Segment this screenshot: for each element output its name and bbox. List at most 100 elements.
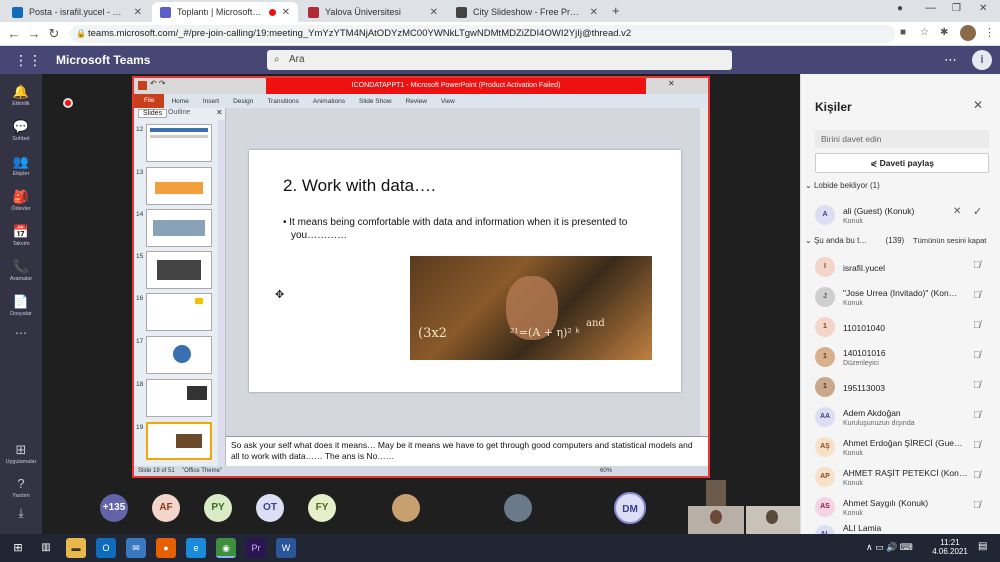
panel-close-icon[interactable]: ✕	[973, 98, 983, 112]
task-view-icon[interactable]: ▥	[36, 538, 56, 558]
mic-muted-icon[interactable]: 🎙̸	[973, 500, 985, 512]
participant-avatar[interactable]: AF	[152, 494, 180, 522]
app-launcher-icon[interactable]: ⋮⋮	[14, 52, 42, 69]
close-icon[interactable]: ✕	[134, 7, 142, 18]
chat-icon: 💬	[12, 119, 30, 134]
notifications-icon[interactable]: ▤	[978, 541, 987, 552]
app-title: Microsoft Teams	[56, 53, 151, 67]
windows-start-icon[interactable]: ⊞	[8, 538, 28, 558]
math-overlay: and	[586, 318, 605, 329]
person-role: Konuk	[843, 300, 863, 307]
invite-placeholder: Birini davet edin	[821, 134, 882, 144]
lobby-person-row[interactable]: A ali (Guest) (Konuk) Konuk ✕ ✓	[801, 200, 1000, 230]
reload-icon[interactable]: ↻	[46, 26, 62, 42]
mic-muted-icon[interactable]: 🎙̸	[973, 440, 985, 452]
mic-muted-icon[interactable]: 🎙̸	[973, 260, 985, 272]
person-row[interactable]: 1 140101016 Düzenleyici 🎙̸	[801, 342, 1000, 372]
more-apps-icon[interactable]: ⋯	[0, 326, 42, 360]
video-tile[interactable]	[688, 506, 744, 534]
mic-muted-icon[interactable]: 🎙̸	[973, 380, 985, 392]
person-row[interactable]: 1 195113003 🎙̸	[801, 372, 1000, 402]
participant-avatar[interactable]: FY	[308, 494, 336, 522]
participant-avatar[interactable]: OT	[256, 494, 284, 522]
person-row[interactable]: J "Jose Urrea (Invitado)" (Kon… Konuk 🎙̸	[801, 282, 1000, 312]
profile-avatar[interactable]	[960, 25, 976, 41]
mic-muted-icon[interactable]: 🎙̸	[973, 410, 985, 422]
mail-icon[interactable]: ✉	[126, 538, 146, 558]
thumb-number: 12	[136, 126, 144, 133]
url-field[interactable]: 🔒 teams.microsoft.com/_#/pre-join-callin…	[70, 25, 895, 43]
forward-icon[interactable]: →	[26, 26, 42, 42]
premiere-icon[interactable]: Pr	[246, 538, 266, 558]
rail-item-calls[interactable]: 📞 Aramalar	[0, 255, 42, 289]
new-tab-icon[interactable]: +	[612, 3, 620, 18]
word-icon[interactable]: W	[276, 538, 296, 558]
mic-muted-icon[interactable]: 🎙̸	[973, 470, 985, 482]
mic-muted-icon[interactable]: 🎙̸	[973, 350, 985, 362]
video-tile[interactable]	[746, 506, 800, 534]
firefox-icon[interactable]: ●	[156, 538, 176, 558]
in-meeting-section-header[interactable]: ⌄ Şu anda bu t… (139) Tümünün sesini kap…	[805, 236, 997, 245]
close-icon[interactable]: ✕	[590, 7, 598, 18]
ribbon-tab-home: Home	[171, 97, 189, 105]
user-avatar[interactable]: İ	[972, 50, 992, 70]
tray-icons[interactable]: ∧ ▭ 🔊 ⌨	[866, 542, 913, 553]
participant-overflow-badge[interactable]: +135	[100, 494, 128, 522]
deny-icon[interactable]: ✕	[953, 206, 961, 217]
lock-icon: 🔒	[76, 29, 86, 38]
person-row[interactable]: I israfil.yucel 🎙̸	[801, 252, 1000, 282]
participant-avatar-speaking[interactable]: DM	[614, 492, 646, 524]
extensions-icon[interactable]: ✱	[940, 27, 948, 38]
close-icon[interactable]: ✕	[430, 7, 438, 18]
outlook-icon[interactable]: O	[96, 538, 116, 558]
person-row[interactable]: AL ALI Lamia	[801, 520, 1000, 534]
lobby-section-header[interactable]: ⌄ Lobide bekliyor (1)	[805, 181, 880, 190]
admit-check-icon[interactable]: ✓	[973, 205, 982, 218]
browser-tab-slideshow[interactable]: City Slideshow - Free Premiere P ✕	[448, 2, 606, 22]
rail-item-assignments[interactable]: 🎒 Ödevler	[0, 185, 42, 219]
mic-muted-icon[interactable]: 🎙̸	[973, 290, 985, 302]
rail-item-calendar[interactable]: 📅 Takvim	[0, 220, 42, 254]
rail-item-chat[interactable]: 💬 Sohbet	[0, 115, 42, 149]
chrome-icon[interactable]: ◉	[216, 538, 236, 558]
tab-search-icon[interactable]: ●	[897, 3, 903, 14]
star-icon[interactable]: ☆	[920, 27, 929, 38]
restore-icon[interactable]: ❐	[952, 3, 961, 14]
clock[interactable]: 11:21 4.06.2021	[930, 538, 970, 556]
rail-item-activity[interactable]: 🔔 Etkinlik	[0, 80, 42, 114]
participant-photo[interactable]	[504, 494, 532, 522]
browser-tab-teams[interactable]: Toplantı | Microsoft Teams ✕	[152, 2, 298, 22]
self-video-preview[interactable]	[706, 480, 726, 506]
person-row[interactable]: AS Ahmet Saygılı (Konuk) Konuk 🎙̸	[801, 492, 1000, 522]
rail-label: Etkinlik	[12, 101, 30, 107]
camera-icon[interactable]: ■	[900, 27, 906, 38]
rail-item-files[interactable]: 📄 Dosyalar	[0, 290, 42, 324]
search-input[interactable]: ⌕ Ara	[267, 50, 732, 70]
person-row[interactable]: AŞ Ahmet Erdoğan ŞİRECİ (Gue… Konuk 🎙̸	[801, 432, 1000, 462]
window-close-icon[interactable]: ✕	[979, 3, 987, 14]
person-row[interactable]: AP AHMET RAŞİT PETEKCİ (Kon… Konuk 🎙̸	[801, 462, 1000, 492]
participant-photo[interactable]	[392, 494, 420, 522]
invite-input[interactable]: Birini davet edin	[815, 130, 989, 148]
more-options-icon[interactable]: ⋯	[944, 52, 957, 68]
menu-icon[interactable]: ⋮	[984, 26, 995, 39]
rail-item-teams[interactable]: 👥 Ekipler	[0, 150, 42, 184]
back-icon[interactable]: ←	[6, 26, 22, 42]
participant-avatar[interactable]: PY	[204, 494, 232, 522]
person-row[interactable]: AA Adem Akdoğan Kuruluşunuzun dışında 🎙̸	[801, 402, 1000, 432]
file-explorer-icon[interactable]: ▬	[66, 538, 86, 558]
edge-icon[interactable]: e	[186, 538, 206, 558]
browser-tab-yalova[interactable]: Yalova Üniversitesi ✕	[300, 2, 446, 22]
share-invite-button[interactable]: ⋞ Daveti paylaş	[815, 153, 989, 173]
mic-muted-icon[interactable]: 🎙̸	[973, 320, 985, 332]
mute-all-link[interactable]: Tümünün sesini kapat	[913, 236, 986, 245]
browser-tab-outlook[interactable]: Posta - israfil.yucel - Outlook ✕	[4, 2, 150, 22]
rail-item-apps[interactable]: ⊞ Uygulamalar	[0, 438, 42, 472]
thumb-number: 14	[136, 211, 144, 218]
close-icon[interactable]: ✕	[282, 7, 290, 18]
url-text: teams.microsoft.com/_#/pre-join-calling/…	[88, 28, 632, 39]
person-row[interactable]: 1 110101040 🎙̸	[801, 312, 1000, 342]
minimize-icon[interactable]: —	[925, 2, 936, 14]
rail-label: Uygulamalar	[5, 459, 37, 465]
rail-item-help[interactable]: ? Yardım	[0, 472, 42, 506]
